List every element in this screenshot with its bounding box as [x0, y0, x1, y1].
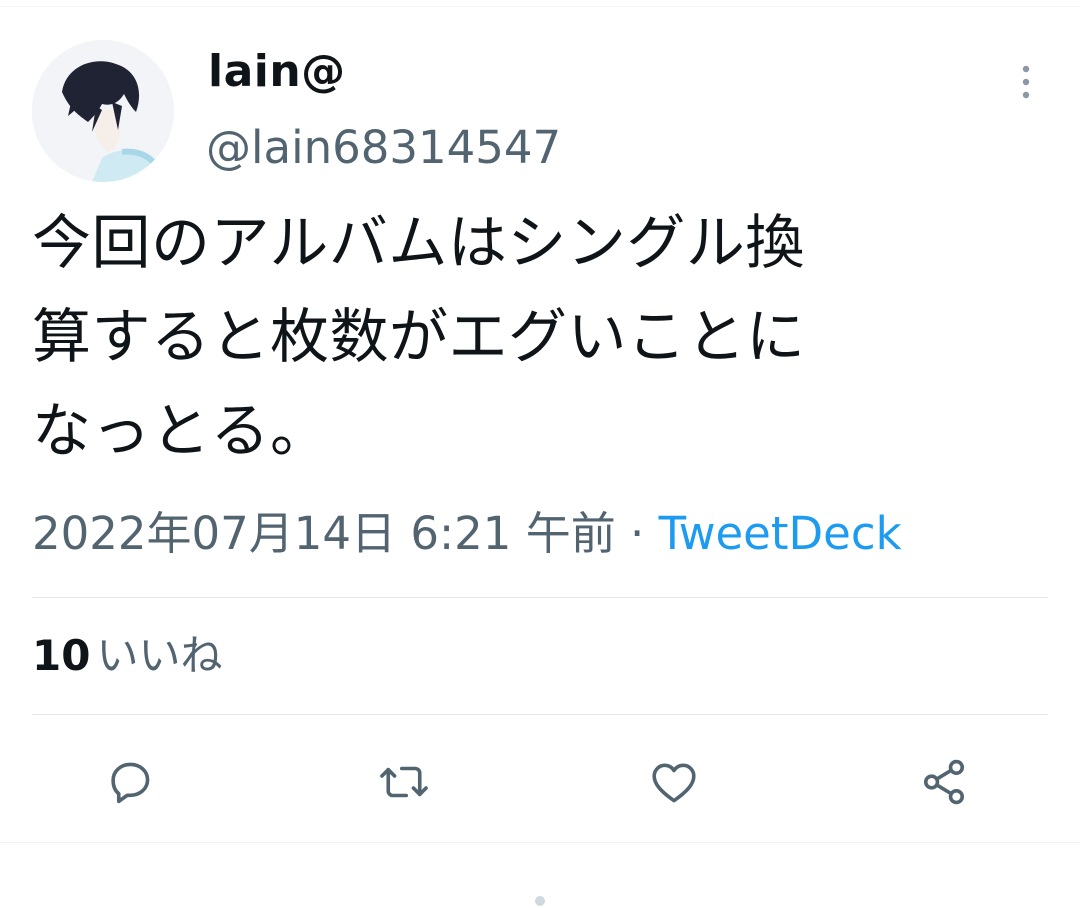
retweet-button[interactable] [372, 750, 436, 814]
tweet-detail-view: lain@ @lain68314547 今回のアルバムはシングル換 算すると枚数… [0, 0, 1080, 908]
tweet-text: 今回のアルバムはシングル換 算すると枚数がエグいことに なっとる。 [32, 196, 1022, 478]
tweet-source-link[interactable]: TweetDeck [659, 507, 902, 560]
avatar[interactable] [32, 40, 174, 182]
tweet-text-line: 算すると枚数がエグいことに [32, 302, 806, 371]
bottom-divider [0, 842, 1080, 843]
tweet-text-line: 今回のアルバムはシングル換 [32, 208, 805, 277]
stats-divider-bottom [32, 714, 1048, 715]
tweet-actions [0, 740, 1080, 816]
share-button[interactable] [912, 750, 976, 814]
reply-button[interactable] [98, 750, 162, 814]
stats-divider-top [32, 597, 1048, 598]
meta-separator: · [630, 507, 645, 560]
tweet-text-line: なっとる。 [32, 396, 330, 465]
share-icon [923, 759, 965, 805]
like-icon [652, 763, 696, 803]
tweet-meta: 2022年07月14日 6:21 午前 · TweetDeck [32, 502, 902, 566]
likes-label: いいね [96, 631, 223, 680]
author-display-name[interactable]: lain@ [208, 42, 346, 102]
author-handle[interactable]: @lain68314547 [206, 118, 561, 178]
retweet-icon [380, 766, 428, 798]
likes-count: 10 [32, 631, 91, 680]
tweet-timestamp[interactable]: 2022年07月14日 6:21 午前 [32, 507, 616, 560]
reply-icon [111, 762, 150, 804]
page-indicator-dot [535, 896, 545, 906]
more-vertical-icon [1022, 65, 1030, 99]
top-divider [0, 6, 1080, 7]
like-button[interactable] [642, 750, 706, 814]
user-avatar-illustration-icon [32, 40, 174, 182]
likes-stat[interactable]: 10 いいね [32, 626, 222, 686]
more-options-button[interactable] [1006, 58, 1046, 106]
